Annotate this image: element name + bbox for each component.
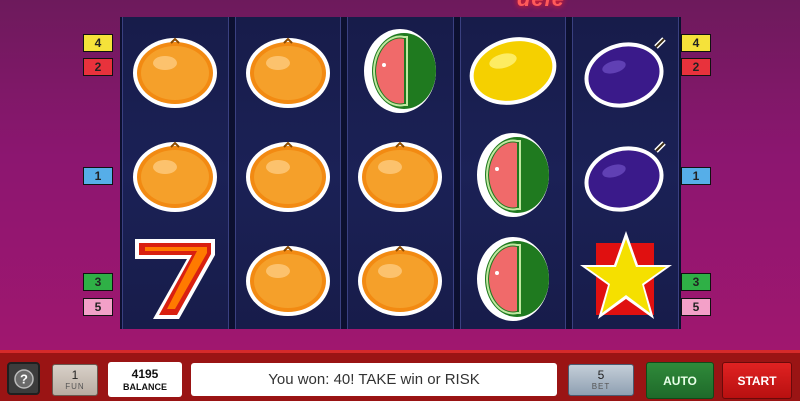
line-indicator-right-2[interactable]: 2 (681, 58, 711, 76)
star-icon (578, 229, 674, 325)
line-indicator-left-2[interactable]: 2 (83, 58, 113, 76)
reel-2 (234, 17, 342, 329)
watermelon-icon (465, 125, 561, 221)
watermelon-icon (465, 229, 561, 325)
reel-5 (572, 17, 679, 329)
svg-text:?: ? (20, 371, 28, 386)
line-indicator-left-3[interactable]: 3 (83, 273, 113, 291)
lines-value: 5 (597, 368, 605, 382)
lemon-icon (465, 21, 561, 117)
plum-icon (578, 125, 674, 221)
line-indicator-right-1[interactable]: 1 (681, 167, 711, 185)
auto-button[interactable]: AUTO (646, 362, 714, 399)
orange-icon (127, 21, 223, 117)
help-button[interactable]: ? (7, 362, 40, 395)
line-indicator-right-4[interactable]: 4 (681, 34, 711, 52)
balance-display: 4195 BALANCE (108, 362, 182, 397)
orange-icon (127, 125, 223, 221)
reel-1 (122, 17, 229, 329)
balance-value: 4195 (131, 367, 159, 381)
watermelon-icon (352, 21, 448, 117)
control-panel: ? 1 FUN 4195 BALANCE You won: 40! TAKE w… (0, 350, 800, 401)
balance-label: BALANCE (123, 382, 167, 392)
orange-icon (240, 229, 336, 325)
orange-icon (240, 125, 336, 221)
plum-icon (578, 21, 674, 117)
lines-label: BET (591, 382, 611, 391)
orange-icon (352, 125, 448, 221)
orange-icon (352, 229, 448, 325)
game-stage: dele 4 2 1 3 5 4 2 1 3 5 (0, 0, 800, 350)
seven-icon (127, 229, 223, 325)
reel-3 (347, 17, 454, 329)
line-indicator-right-5[interactable]: 5 (681, 298, 711, 316)
line-indicator-right-3[interactable]: 3 (681, 273, 711, 291)
line-indicator-left-5[interactable]: 5 (83, 298, 113, 316)
start-button[interactable]: START (722, 362, 792, 399)
orange-icon (240, 21, 336, 117)
lines-selector[interactable]: 5 BET (568, 364, 634, 396)
reel-4 (459, 17, 567, 329)
line-indicator-left-4[interactable]: 4 (83, 34, 113, 52)
game-logo: dele (235, 0, 565, 12)
reel-grid (120, 17, 681, 329)
bet-value: 1 (71, 368, 79, 382)
bet-label: FUN (65, 382, 85, 391)
bet-selector[interactable]: 1 FUN (52, 364, 98, 396)
line-indicator-left-1[interactable]: 1 (83, 167, 113, 185)
help-icon: ? (13, 368, 34, 389)
win-message: You won: 40! TAKE win or RISK (191, 363, 557, 396)
